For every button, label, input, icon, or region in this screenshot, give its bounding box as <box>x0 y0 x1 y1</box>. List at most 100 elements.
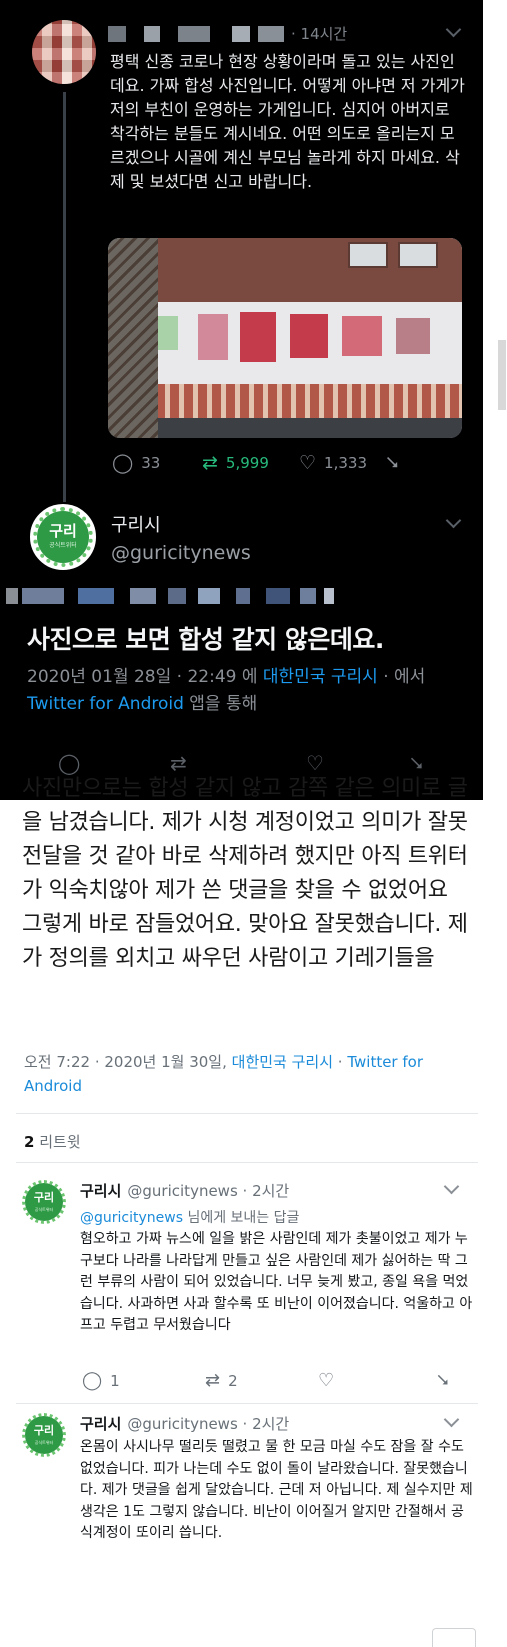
meta-location-link[interactable]: 대한민국 구리시 <box>263 667 378 687</box>
blur-pixel <box>168 588 186 604</box>
retweet-icon: ⇄ <box>205 1370 221 1391</box>
reply-icon: ◯ <box>112 452 134 474</box>
partial-button[interactable] <box>432 1628 476 1647</box>
right-edge <box>483 0 507 800</box>
share-action[interactable]: ⭨ <box>386 452 406 474</box>
reply-count: 1 <box>110 1372 120 1390</box>
sign-pixel <box>240 312 276 362</box>
meta-date: 2020년 01월 28일 · 22:49 에 <box>27 667 263 687</box>
reply-body: 혐오하고 가짜 뉴스에 일을 밝은 사람인데 제가 촛불이었고 제가 누구보다 … <box>80 1231 473 1333</box>
reply-author-handle[interactable]: @guricitynews <box>127 1415 237 1433</box>
chevron-down-icon[interactable] <box>443 1411 460 1428</box>
blur-pixel <box>130 588 156 604</box>
reply-time: · 2시간 <box>242 1182 290 1200</box>
blurred-name <box>178 26 210 42</box>
logo-ring <box>22 1180 66 1224</box>
divider <box>16 1113 478 1114</box>
blurred-strip <box>0 588 483 604</box>
divider <box>16 1403 478 1404</box>
reply-to-suffix: 님에게 보내는 답글 <box>183 1210 300 1226</box>
meta-mid: · 에서 <box>377 667 426 687</box>
meta-end: 앱을 통해 <box>183 694 258 714</box>
reply-tweet-text: 사진으로 보면 합성 같지 않은데요. <box>27 625 384 654</box>
sign-pixel <box>290 314 328 358</box>
reply-time: · 2시간 <box>242 1415 290 1433</box>
chevron-down-icon[interactable] <box>443 1178 460 1195</box>
tweet-photo[interactable] <box>108 238 462 438</box>
photo-awning <box>128 384 462 418</box>
followup-tweet-text: 사진만으로는 합성 같지 않고 감쪽 같은 의미로 글을 남겼습니다. 제가 시… <box>22 776 468 971</box>
like-action[interactable]: ♡ <box>318 1370 342 1391</box>
sign-pixel <box>396 318 430 354</box>
chevron-down-icon[interactable] <box>445 512 462 529</box>
reply-author-name[interactable]: 구리시 <box>80 1182 121 1200</box>
retweet-count: 5,999 <box>225 454 269 472</box>
retweet-icon: ⇄ <box>202 452 218 474</box>
reply-header: 구리시 @guricitynews · 2시간 <box>80 1413 289 1434</box>
tweet-time: · 14시간 <box>291 25 348 43</box>
reply-avatar[interactable]: 구리 공식트위터 <box>22 1413 66 1457</box>
account-handle[interactable]: @guricitynews <box>111 542 251 564</box>
followup-time: 오전 7:22 · 2020년 1월 30일, <box>24 1053 232 1071</box>
thread-line <box>63 92 66 502</box>
reply-count: 33 <box>141 454 161 472</box>
retweet-action[interactable]: ⇄ 2 <box>205 1370 238 1391</box>
reply-action[interactable]: ◯ 33 <box>112 452 160 474</box>
share-icon: ⭨ <box>386 452 399 474</box>
retweet-count: 2 <box>228 1372 238 1390</box>
photo-window <box>398 242 438 268</box>
chevron-down-icon[interactable] <box>445 21 462 38</box>
share-action[interactable]: ⭨ <box>437 1370 457 1391</box>
reply-action[interactable]: ◯ 1 <box>82 1370 120 1391</box>
account-name[interactable]: 구리시 <box>111 511 161 537</box>
divider <box>16 1162 478 1163</box>
reply-author-name[interactable]: 구리시 <box>80 1415 121 1433</box>
retweet-label: 리트윗 <box>39 1133 81 1151</box>
heart-icon: ♡ <box>318 1370 335 1391</box>
sign-pixel <box>198 314 228 360</box>
followup-location-link[interactable]: 대한민국 구리시 <box>232 1053 333 1071</box>
dark-tweet-screenshot: · 14시간 평택 신종 코로나 현장 상황이라며 돌고 있는 사진인데요. 가… <box>0 0 483 800</box>
retweet-summary[interactable]: 2 리트윗 <box>24 1131 81 1152</box>
photo-tree <box>108 238 158 438</box>
reply-header: 구리시 @guricitynews · 2시간 <box>80 1180 289 1201</box>
reply-icon: ◯ <box>82 1370 103 1391</box>
like-action[interactable]: ♡ 1,333 <box>299 452 367 474</box>
blur-pixel <box>300 588 316 604</box>
tweet-text: 평택 신종 코로나 현장 상황이라며 돌고 있는 사진인데요. 가짜 합성 사진… <box>110 52 465 191</box>
reply-avatar[interactable]: 구리 공식트위터 <box>22 1180 66 1224</box>
blurred-name <box>108 26 126 42</box>
share-icon: ⭨ <box>437 1370 449 1391</box>
blur-pixel <box>198 588 220 604</box>
meta-client-link[interactable]: Twitter for Android <box>27 694 184 714</box>
blur-pixel <box>78 588 114 604</box>
photo-sign-blurred <box>128 302 462 384</box>
like-count: 1,333 <box>324 454 367 472</box>
retweet-action[interactable]: ⇄ 5,999 <box>202 452 269 474</box>
blurred-name <box>258 26 284 42</box>
blurred-name <box>232 26 250 42</box>
reply-to-handle[interactable]: @guricitynews <box>80 1210 183 1226</box>
blur-pixel <box>324 588 334 604</box>
blur-pixel <box>236 588 250 604</box>
retweet-number: 2 <box>24 1133 35 1151</box>
reply-author-handle[interactable]: @guricitynews <box>127 1182 237 1200</box>
photo-window <box>348 242 388 268</box>
blur-pixel <box>266 588 290 604</box>
user-avatar-blurred[interactable] <box>32 20 96 84</box>
edge-marker <box>498 340 506 410</box>
photo-street <box>108 418 462 438</box>
followup-sep: · <box>333 1053 348 1071</box>
blur-pixel <box>22 588 64 604</box>
heart-icon: ♡ <box>299 452 317 474</box>
blurred-name <box>144 26 160 42</box>
reply-to-line: @guricitynews 님에게 보내는 답글 <box>80 1207 299 1227</box>
reply-tweet-meta: 2020년 01월 28일 · 22:49 에 대한민국 구리시 · 에서 Tw… <box>27 664 467 718</box>
logo-ring <box>22 1413 66 1457</box>
logo-ring <box>33 507 93 567</box>
account-avatar[interactable]: 구리 공식트위터 <box>30 504 96 570</box>
reply-body: 온몸이 사시나무 떨리듯 떨렸고 물 한 모금 마실 수도 잠을 잘 수도 없었… <box>80 1439 473 1541</box>
followup-meta: 오전 7:22 · 2020년 1월 30일, 대한민국 구리시 · Twitt… <box>24 1050 454 1098</box>
blur-pixel <box>6 588 18 604</box>
sign-pixel <box>342 316 382 356</box>
